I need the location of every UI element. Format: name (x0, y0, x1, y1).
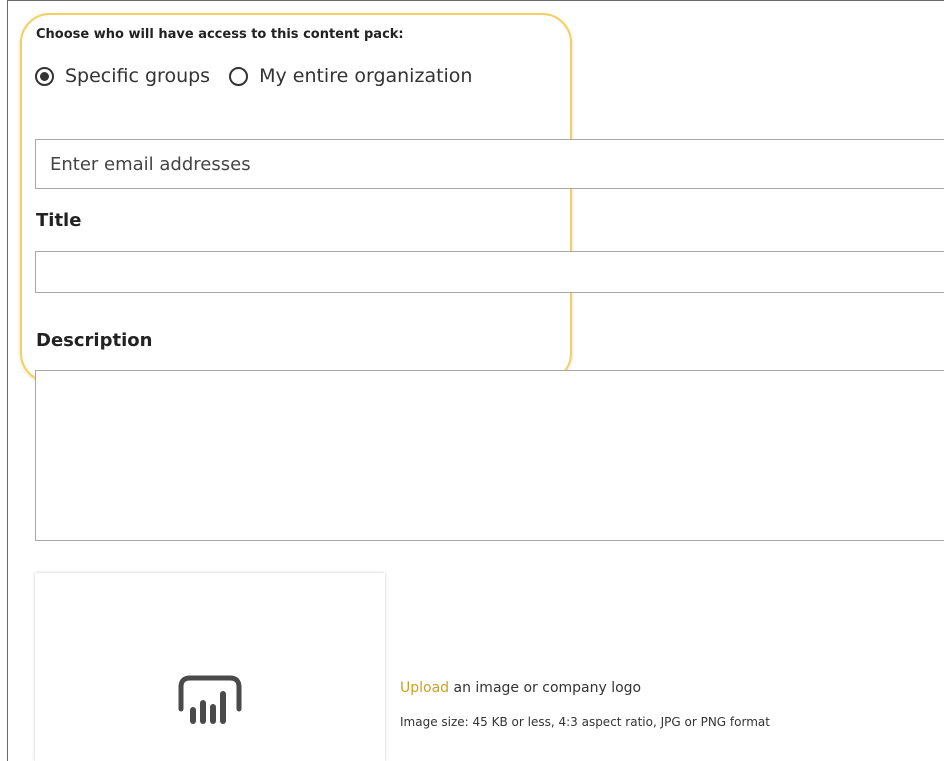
upload-link[interactable]: Upload (400, 680, 449, 696)
radio-entire-organization[interactable]: My entire organization (229, 65, 472, 87)
upload-instruction: Upload an image or company logo (400, 680, 641, 696)
radio-entire-organization-label[interactable]: My entire organization (259, 65, 472, 87)
description-textarea[interactable] (35, 370, 944, 541)
radio-specific-groups[interactable]: Specific groups (35, 65, 210, 87)
email-addresses-input[interactable] (35, 139, 944, 189)
radio-selected-icon[interactable] (35, 66, 54, 86)
description-label: Description (36, 330, 153, 351)
radio-dot-icon (40, 71, 49, 81)
access-label: Choose who will have access to this cont… (36, 27, 404, 42)
radio-unselected-icon[interactable] (229, 66, 249, 86)
power-bi-chart-icon (178, 675, 242, 724)
title-input[interactable] (35, 251, 944, 293)
image-size-note: Image size: 45 KB or less, 4:3 aspect ra… (400, 715, 770, 729)
radio-specific-groups-label[interactable]: Specific groups (65, 65, 210, 87)
title-label: Title (36, 210, 82, 231)
logo-preview-box[interactable] (35, 573, 385, 761)
access-radio-group: Specific groups My entire organization (35, 61, 472, 91)
upload-instruction-text: an image or company logo (449, 680, 642, 696)
